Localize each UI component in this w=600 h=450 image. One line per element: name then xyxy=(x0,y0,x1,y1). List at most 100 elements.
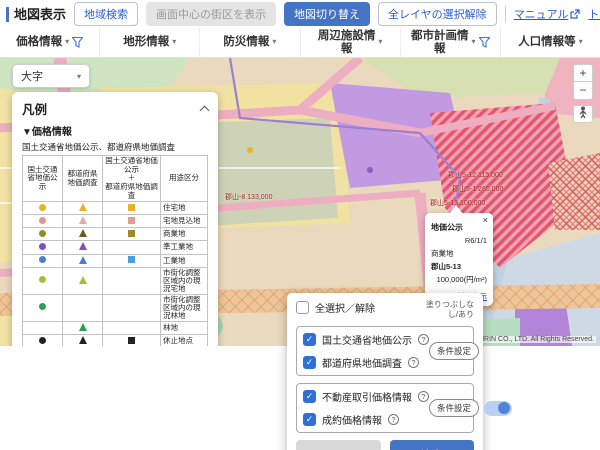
condition-settings-button[interactable]: 条件設定 xyxy=(429,399,480,417)
price-circle-symbol xyxy=(39,229,46,237)
layer-toggle[interactable] xyxy=(484,400,513,416)
koji-checkbox[interactable] xyxy=(303,333,316,346)
price-circle-symbol xyxy=(39,242,46,250)
deselect-all-layers-button[interactable]: 全レイヤの選択解除 xyxy=(378,2,497,26)
legend-row: 林地 xyxy=(22,321,208,336)
select-all-checkbox[interactable] xyxy=(296,301,309,314)
help-icon[interactable]: ? xyxy=(418,391,429,402)
legend-title: 凡例 xyxy=(22,103,48,117)
legend-table: 国土交通省地価公示 都道府県地価調査 国土交通省地価公示＋都道府県地価調査 用途… xyxy=(22,154,208,346)
legend-section-price[interactable]: ▼価格情報 xyxy=(22,123,208,138)
price-triangle-symbol xyxy=(78,242,87,251)
street-view-button[interactable] xyxy=(573,105,593,123)
help-icon[interactable]: ? xyxy=(408,357,419,368)
header-bar: 地図表示 地域検索 画面中心の街区を表示 地図切り替え 全レイヤの選択解除 マニ… xyxy=(0,0,600,28)
confirm-button[interactable]: 決定 xyxy=(389,440,474,450)
map-price-label: 郡山5-1 265,000 xyxy=(452,186,504,193)
chevron-down-icon xyxy=(65,38,69,47)
layer-group-transaction: 不動産取引価格情報 ? 成約価格情報 ? 条件設定 xyxy=(296,383,513,433)
price-triangle-symbol xyxy=(78,229,87,238)
price-triangle-symbol xyxy=(78,275,87,284)
chevron-down-icon xyxy=(579,38,583,47)
close-icon[interactable]: × xyxy=(483,216,488,225)
layer-selection-panel: 全選択／解除 塗りつぶしなし/あり 国土交通省地価公示 ? 都道府県地価調査 ?… xyxy=(287,293,513,450)
legend-panel: 凡例 ▼価格情報 国土交通省地価公示、都道府県地価調査 国土交通省地価公示 都道… xyxy=(12,92,218,346)
manual-link[interactable]: マニュアル xyxy=(514,6,581,22)
use-category-label: 工業地 xyxy=(160,253,208,268)
menu-population-info[interactable]: 人口情報等 xyxy=(501,28,600,57)
price-square-symbol xyxy=(128,256,135,263)
map-zoom-controls: + − xyxy=(573,64,593,123)
use-category-label: 宅地見込地 xyxy=(160,214,208,229)
price-circle-symbol xyxy=(39,303,46,311)
popup-price: 100,000(円/m²) xyxy=(436,275,487,284)
legend-col-header: 国土交通省地価公示 xyxy=(22,154,63,203)
use-category-label: 休止地点 xyxy=(160,334,208,346)
map-switch-button[interactable]: 地図切り替え xyxy=(284,2,371,26)
chevron-down-icon xyxy=(378,38,382,47)
menu-facility-info[interactable]: 周辺施設情報 xyxy=(301,28,401,57)
chevron-down-icon xyxy=(272,38,276,47)
zoom-out-button[interactable]: − xyxy=(573,82,593,100)
price-triangle-symbol xyxy=(78,203,87,212)
collapse-icon[interactable] xyxy=(199,105,210,116)
price-square-symbol xyxy=(128,336,135,344)
chevron-down-icon xyxy=(172,38,176,47)
show-center-block-button: 画面中心の街区を表示 xyxy=(146,2,277,26)
toggle-knob xyxy=(498,402,511,414)
legend-col-header: 国土交通省地価公示＋都道府県地価調査 xyxy=(102,154,161,203)
transaction-price-checkbox[interactable] xyxy=(303,390,316,403)
area-search-button[interactable]: 地域検索 xyxy=(74,2,139,26)
menu-terrain-info[interactable]: 地形情報 xyxy=(100,28,201,57)
external-link-icon xyxy=(570,9,580,19)
condition-settings-button[interactable]: 条件設定 xyxy=(429,342,480,360)
price-circle-symbol xyxy=(39,256,46,263)
price-circle-symbol xyxy=(39,336,46,344)
chousa-checkbox[interactable] xyxy=(303,356,316,369)
top-link[interactable]: トップへ xyxy=(588,6,600,22)
use-category-label: 商業地 xyxy=(160,227,208,242)
popup-tail xyxy=(449,205,463,214)
use-category-label: 準工業地 xyxy=(160,240,208,255)
use-category-label: 住宅地 xyxy=(160,201,208,216)
legend-row: 市街化調整区域内の現況林地 xyxy=(22,293,208,323)
price-square-symbol xyxy=(128,303,135,310)
price-triangle-symbol xyxy=(78,336,87,345)
use-category-label: 林地 xyxy=(160,321,208,336)
filter-icon[interactable] xyxy=(72,37,84,48)
price-triangle-symbol xyxy=(78,255,87,264)
price-square-symbol xyxy=(128,203,135,211)
help-icon[interactable]: ? xyxy=(388,414,399,425)
select-all-label: 全選択／解除 xyxy=(315,304,375,315)
legend-col-header: 都道府県地価調査 xyxy=(62,154,103,203)
filter-icon[interactable] xyxy=(478,37,490,48)
oaza-select[interactable]: 大字 xyxy=(12,64,90,88)
menu-city-plan-info[interactable]: 都市計画情報 xyxy=(401,28,501,57)
price-triangle-symbol xyxy=(78,323,87,332)
menu-price-info[interactable]: 価格情報 xyxy=(0,28,101,57)
price-square-symbol xyxy=(128,324,135,331)
legend-row: 商業地 xyxy=(22,227,208,242)
price-square-symbol xyxy=(128,229,135,237)
price-square-symbol xyxy=(128,276,135,283)
help-icon[interactable]: ? xyxy=(418,334,429,345)
legend-row: 工業地 xyxy=(22,253,208,268)
menu-disaster-info[interactable]: 防災情報 xyxy=(200,28,301,57)
layer-menu-bar: 価格情報 地形情報 防災情報 周辺施設情報 都市計画情報 人口情報等 xyxy=(0,28,600,58)
use-category-label: 市街化調整区域内の現況林地 xyxy=(160,293,208,323)
legend-row: 休止地点 xyxy=(22,334,208,346)
popup-title: 地価公示 xyxy=(431,223,463,232)
popup-use-category: 商業地 xyxy=(431,249,454,258)
legend-row: 準工業地 xyxy=(22,240,208,255)
legend-subtitle: 国土交通省地価公示、都道府県地価調査 xyxy=(22,142,176,152)
popup-date: R6/1/1 xyxy=(464,236,487,245)
cancel-button[interactable]: キャンセル xyxy=(296,440,381,450)
price-circle-symbol xyxy=(39,324,46,331)
price-square-symbol xyxy=(128,216,135,224)
chevron-down-icon xyxy=(77,72,81,81)
layer-group-koji: 国土交通省地価公示 ? 都道府県地価調査 ? 条件設定 xyxy=(296,326,480,376)
zoom-in-button[interactable]: + xyxy=(573,64,593,82)
contract-price-checkbox[interactable] xyxy=(303,413,316,426)
map-price-label: 郡山-8 133,000 xyxy=(225,194,273,201)
map-price-label: 郡山5-12 115,000 xyxy=(448,172,503,179)
